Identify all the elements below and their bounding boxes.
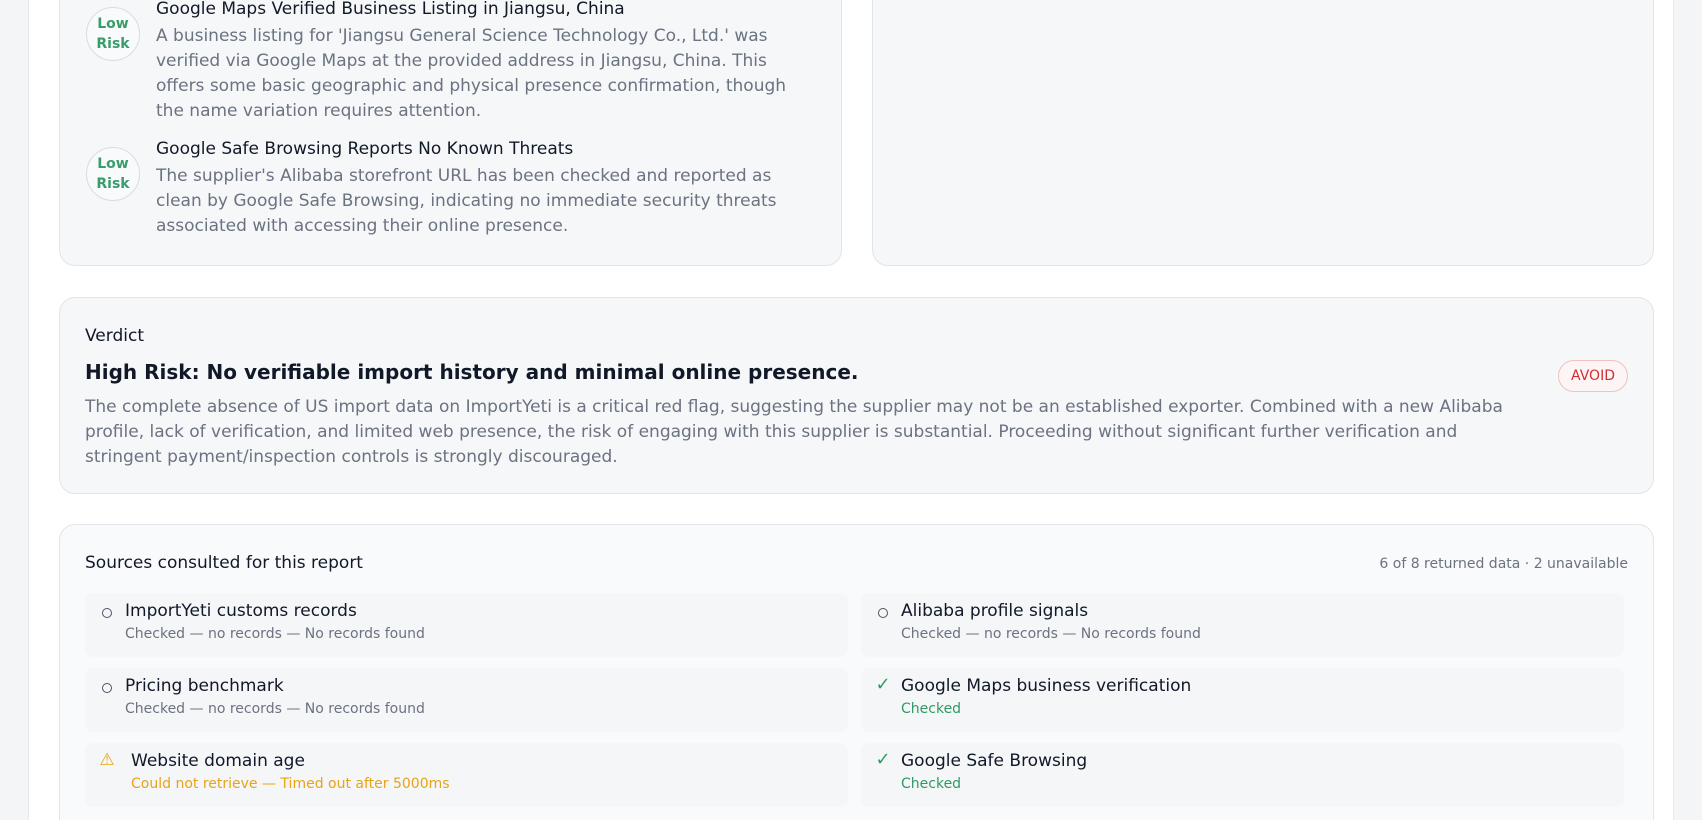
verdict-title: High Risk: No verifiable import history … — [85, 360, 859, 384]
check-icon: ✓ — [875, 673, 891, 695]
verdict-card: Verdict High Risk: No verifiable import … — [59, 297, 1654, 494]
source-name: Alibaba profile signals — [901, 601, 1089, 621]
finding-title: Google Safe Browsing Reports No Known Th… — [156, 139, 574, 159]
findings-card: Low Risk Google Maps Verified Business L… — [59, 0, 842, 266]
verdict-label: Verdict — [85, 326, 144, 346]
risk-badge: Low Risk — [86, 7, 140, 61]
source-status: Checked — no records — No records found — [125, 701, 425, 717]
report-page: Low Risk Google Maps Verified Business L… — [28, 0, 1674, 820]
circle-icon — [99, 680, 115, 696]
source-status: Checked — no records — No records found — [901, 626, 1201, 642]
warning-icon: ⚠ — [99, 750, 115, 770]
verdict-description: The complete absence of US import data o… — [85, 397, 1503, 467]
finding-description: The supplier's Alibaba storefront URL ha… — [156, 166, 777, 236]
check-icon: ✓ — [875, 748, 891, 770]
risk-badge: Low Risk — [86, 147, 140, 201]
side-panel-card — [872, 0, 1654, 266]
source-status: Checked — [901, 701, 962, 717]
source-name: Google Safe Browsing — [901, 751, 1088, 771]
source-item: ⚠ Website domain age Could not retrieve … — [85, 743, 848, 807]
source-name: Website domain age — [131, 751, 305, 771]
sources-card: Sources consulted for this report 6 of 8… — [59, 524, 1654, 820]
source-status: Checked — no records — No records found — [125, 626, 425, 642]
source-status: Checked — [901, 776, 962, 792]
circle-icon — [99, 605, 115, 621]
finding-description: A business listing for 'Jiangsu General … — [156, 26, 787, 121]
source-item: Alibaba profile signals Checked — no rec… — [861, 593, 1624, 657]
circle-icon — [875, 605, 891, 621]
sources-title: Sources consulted for this report — [85, 553, 363, 573]
source-item: Pricing benchmark Checked — no records —… — [85, 668, 848, 732]
source-item: ImportYeti customs records Checked — no … — [85, 593, 848, 657]
source-name: Google Maps business verification — [901, 676, 1192, 696]
source-item: ✓ Google Maps business verification Chec… — [861, 668, 1624, 732]
source-status: Could not retrieve — Timed out after 500… — [131, 776, 450, 792]
source-item: ✓ Google Safe Browsing Checked — [861, 743, 1624, 807]
finding-title: Google Maps Verified Business Listing in… — [156, 0, 625, 19]
source-name: ImportYeti customs records — [125, 601, 357, 621]
verdict-badge: AVOID — [1558, 360, 1628, 392]
sources-summary: 6 of 8 returned data · 2 unavailable — [1379, 556, 1628, 572]
source-name: Pricing benchmark — [125, 676, 284, 696]
